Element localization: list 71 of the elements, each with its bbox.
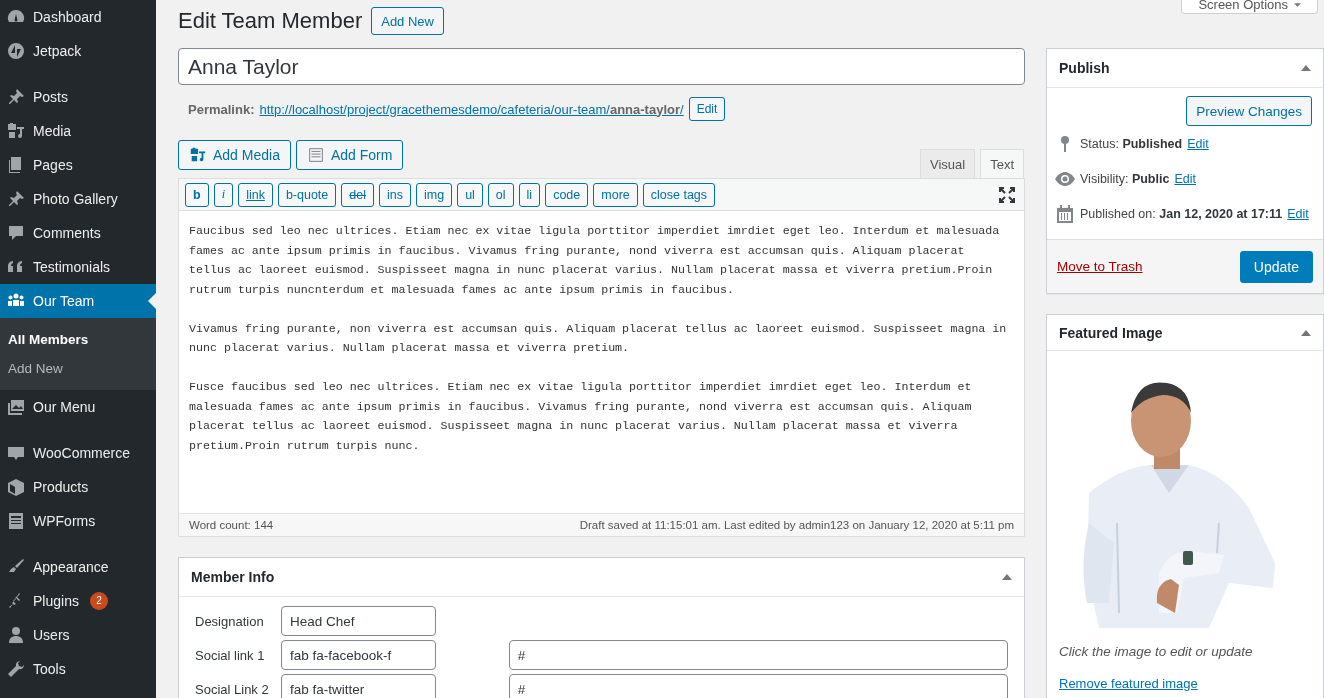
panel-title: Publish: [1059, 60, 1110, 76]
input-field[interactable]: fab fa-twitter: [280, 674, 436, 698]
edit-link[interactable]: Edit: [1187, 136, 1209, 151]
quicktag-button[interactable]: link: [238, 182, 273, 207]
quicktag-button[interactable]: img: [415, 182, 453, 207]
quicktag-button[interactable]: li: [518, 182, 541, 207]
input-field[interactable]: Head Chef: [281, 606, 436, 636]
add-media-button[interactable]: Add Media: [178, 140, 291, 170]
sidebar-item[interactable]: Pages: [0, 148, 156, 182]
field-label: Social Link 2: [195, 681, 270, 697]
screen-options-button[interactable]: Screen Options: [1181, 0, 1318, 14]
sidebar-item[interactable]: Jetpack: [0, 34, 156, 68]
title-field[interactable]: Anna Taylor: [178, 48, 1025, 85]
sidebar-item[interactable]: WPForms: [0, 504, 156, 538]
sidebar-item[interactable]: Dashboard: [0, 0, 156, 34]
publish-info-text: Visibility: Public: [1080, 171, 1170, 186]
sidebar-item[interactable]: Tools: [0, 652, 156, 686]
add-form-button[interactable]: Add Form: [295, 140, 404, 170]
url-field[interactable]: #: [508, 640, 1008, 670]
page-title: Edit Team Member: [178, 8, 363, 34]
sidebar-item[interactable]: Media: [0, 114, 156, 148]
quicktag-button[interactable]: ul: [457, 182, 483, 207]
permalink-label: Permalink:: [188, 101, 255, 117]
editor-paragraph: Faucibus sed leo nec ultrices. Etiam nec ex vitae ligula porttitor imperdiet imrdiet eget leo. Interdum et malesuada fames ac ante ipsum primis in faucibus. Vivamus fring purante, nond viverra est accumsan quis. Aliquam placerat tellus ac laoreet euismod. Suspisseet magna in nunc placerat varius. Nullam placerat massa et viverra pretium.Proin rutrum turpis nuncnterdum et malesuada fames ac ante ipsum primis in faucibus.: [189, 223, 1001, 298]
quicktag-button[interactable]: ol: [487, 182, 514, 207]
count-badge: 2: [89, 592, 108, 610]
publish-info-text: Status: Published: [1080, 136, 1183, 151]
sidebar-item[interactable]: Products: [0, 470, 156, 504]
submenu-item[interactable]: All Members: [0, 325, 156, 354]
quicktag-button[interactable]: del: [341, 182, 374, 207]
move-to-trash-link[interactable]: Move to Trash: [1057, 259, 1143, 274]
sidebar-item[interactable]: Comments: [0, 216, 156, 250]
sidebar-item[interactable]: Users: [0, 618, 156, 652]
panel-title: Featured Image: [1059, 324, 1163, 341]
word-count: Word count: 144: [189, 519, 274, 531]
quicktag-button[interactable]: i: [213, 182, 234, 207]
quicktag-button[interactable]: ins: [379, 182, 411, 207]
update-button[interactable]: Update: [1239, 250, 1313, 283]
sidebar-item[interactable]: Our Menu: [0, 390, 156, 424]
input-field[interactable]: fab fa-facebook-f: [280, 640, 436, 670]
remove-image-link[interactable]: Remove featured image: [1059, 676, 1198, 691]
edit-link[interactable]: Edit: [1287, 206, 1309, 221]
preview-changes-button[interactable]: Preview Changes: [1186, 96, 1312, 126]
sidebar-item[interactable]: WooCommerce: [0, 436, 156, 470]
editor-paragraph: Vivamus fring purante, non viverra est accumsan quis. Aliquam placerat tellus ac laoreet euismod. Suspisseet magna in nunc placerat varius. Nullam placerat massa et viverra pretium.: [189, 320, 1008, 356]
quicktag-button[interactable]: code: [545, 182, 589, 207]
url-field[interactable]: #: [508, 674, 1008, 698]
quicktag-button[interactable]: close tags: [642, 182, 716, 207]
quicktag-button[interactable]: b: [185, 182, 209, 207]
last-edited-text: Draft saved at 11:15:01 am. Last edited by admin123 on January 12, 2020 at 5:11 pm: [579, 519, 1014, 531]
sidebar-item[interactable]: Posts: [0, 80, 156, 114]
sidebar-item[interactable]: Our Team: [0, 284, 156, 318]
image-hint: Click the image to edit or update: [1059, 644, 1254, 659]
edit-link[interactable]: Edit: [1174, 171, 1196, 186]
add-new-button[interactable]: Add New: [371, 7, 444, 35]
edit-button[interactable]: Edit: [688, 97, 726, 121]
sidebar-item[interactable]: Plugins 2: [0, 584, 156, 618]
editor-tab[interactable]: Visual: [919, 149, 976, 178]
publish-info-text: Published on: Jan 12, 2020 at 17:11: [1080, 206, 1283, 221]
quicktag-button[interactable]: more: [593, 182, 638, 207]
editor-paragraph: Fusce faucibus sed leo nec ultrices. Etiam nec ex vitae ligula porttitor imperdiet imrdiet eget leo. Interdum et malesuada fames ac ante ipsum primis in faucibus. Vivamus fring purante, nond viverra est accumsan quis. Aliquam placerat tellus ac laoreet euismod. Suspisseet magna in nunc placerat varius. Nullam placerat massa et viverra pretium.Proin rutrum turpis nunc.: [189, 379, 973, 454]
sidebar-item[interactable]: Appearance: [0, 550, 156, 584]
quicktag-button[interactable]: b-quote: [277, 182, 337, 207]
editor-tab[interactable]: Text: [980, 149, 1024, 178]
sidebar-item[interactable]: Photo Gallery: [0, 182, 156, 216]
permalink-link[interactable]: http://localhost/project/gracethemesdemo/cafeteria/our-team/anna-taylor/: [259, 101, 684, 117]
field-label: Social link 1: [195, 647, 266, 663]
panel-title: Member Info: [191, 569, 275, 585]
field-label: Designation: [195, 613, 265, 629]
submenu-item[interactable]: Add New: [0, 354, 156, 383]
sidebar-item[interactable]: Testimonials: [0, 250, 156, 284]
